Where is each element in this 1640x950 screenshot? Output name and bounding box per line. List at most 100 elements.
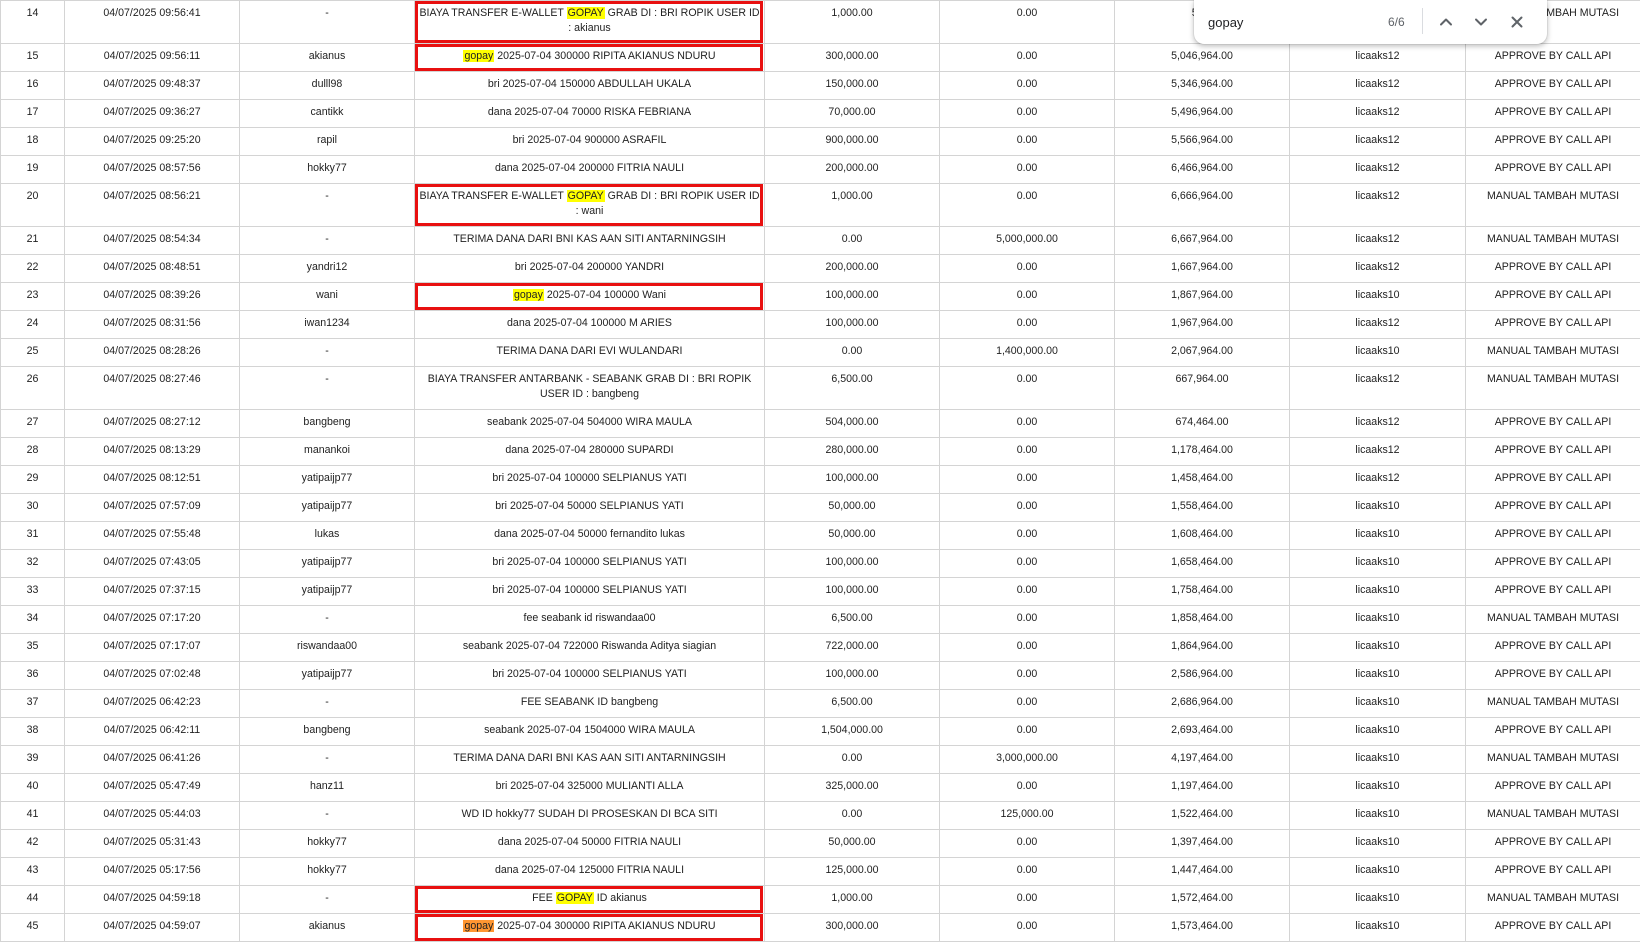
debit-cell: 300,000.00 [764, 43, 940, 72]
datetime-cell: 04/07/2025 08:54:34 [64, 226, 240, 255]
description-text: FEE [532, 892, 556, 904]
description-cell: TERIMA DANA DARI BNI KAS AAN SITI ANTARN… [414, 226, 765, 255]
admin-cell: licaaks12 [1289, 99, 1466, 128]
table-row: 16 04/07/2025 09:48:37 dulll98 bri 2025-07-… [0, 71, 1640, 100]
datetime-cell: 04/07/2025 09:56:41 [64, 0, 240, 44]
status-cell: APPROVE BY CALL API [1465, 437, 1640, 466]
description-text: dana 2025-07-04 200000 FITRIA NAULI [494, 162, 685, 174]
balance-cell: 1,558,464.00 [1114, 493, 1290, 522]
description-text: BIAYA TRANSFER ANTARBANK - SEABANK GRAB … [427, 373, 752, 400]
description-text: TERIMA DANA DARI EVI WULANDARI [496, 345, 683, 357]
description-text: seabank 2025-07-04 504000 WIRA MAULA [487, 416, 692, 428]
datetime-cell: 04/07/2025 08:57:56 [64, 155, 240, 184]
description-cell: bri 2025-07-04 900000 ASRAFIL [414, 127, 765, 156]
admin-cell: licaaks12 [1289, 155, 1466, 184]
balance-cell: 1,178,464.00 [1114, 437, 1290, 466]
description-text: ID akianus [593, 892, 647, 904]
username-cell: hokky77 [239, 857, 415, 886]
datetime-cell: 04/07/2025 08:48:51 [64, 254, 240, 283]
datetime-cell: 04/07/2025 09:56:11 [64, 43, 240, 72]
description-text: FEE SEABANK ID bangbeng [520, 696, 659, 708]
balance-cell: 6,667,964.00 [1114, 226, 1290, 255]
balance-cell: 1,867,964.00 [1114, 282, 1290, 311]
datetime-cell: 04/07/2025 04:59:07 [64, 913, 240, 942]
debit-cell: 100,000.00 [764, 310, 940, 339]
admin-cell: licaaks10 [1289, 773, 1466, 802]
row-number: 44 [0, 885, 65, 914]
admin-cell: licaaks10 [1289, 282, 1466, 311]
row-number: 28 [0, 437, 65, 466]
debit-cell: 1,000.00 [764, 885, 940, 914]
row-number: 18 [0, 127, 65, 156]
datetime-cell: 04/07/2025 05:47:49 [64, 773, 240, 802]
row-number: 30 [0, 493, 65, 522]
username-cell: yatipaijp77 [239, 465, 415, 494]
find-bar: 6/6 [1194, 0, 1547, 44]
description-cell: WD ID hokky77 SUDAH DI PROSESKAN DI BCA … [414, 801, 765, 830]
row-number: 20 [0, 183, 65, 227]
balance-cell: 6,466,964.00 [1114, 155, 1290, 184]
credit-cell: 0.00 [939, 661, 1115, 690]
credit-cell: 0.00 [939, 885, 1115, 914]
balance-cell: 2,586,964.00 [1114, 661, 1290, 690]
credit-cell: 0.00 [939, 549, 1115, 578]
description-cell: TERIMA DANA DARI EVI WULANDARI [414, 338, 765, 367]
description-cell: FEE SEABANK ID bangbeng [414, 689, 765, 718]
description-cell: dana 2025-07-04 100000 M ARIES [414, 310, 765, 339]
datetime-cell: 04/07/2025 07:57:09 [64, 493, 240, 522]
credit-cell: 125,000.00 [939, 801, 1115, 830]
username-cell: - [239, 366, 415, 410]
description-cell: seabank 2025-07-04 1504000 WIRA MAULA [414, 717, 765, 746]
username-cell: yatipaijp77 [239, 661, 415, 690]
chevron-down-icon[interactable] [1467, 8, 1495, 36]
balance-cell: 1,447,464.00 [1114, 857, 1290, 886]
description-cell: dana 2025-07-04 125000 FITRIA NAULI [414, 857, 765, 886]
username-cell: wani [239, 282, 415, 311]
debit-cell: 1,000.00 [764, 183, 940, 227]
row-number: 14 [0, 0, 65, 44]
description-cell: seabank 2025-07-04 504000 WIRA MAULA [414, 409, 765, 438]
description-text: 2025-07-04 300000 RIPITA AKIANUS NDURU [494, 920, 716, 932]
username-cell: hanz11 [239, 773, 415, 802]
credit-cell: 3,000,000.00 [939, 745, 1115, 774]
description-cell: seabank 2025-07-04 722000 Riswanda Adity… [414, 633, 765, 662]
debit-cell: 125,000.00 [764, 857, 940, 886]
search-match-highlight: gopay [463, 920, 495, 932]
description-cell: bri 2025-07-04 100000 SELPIANUS YATI [414, 577, 765, 606]
status-cell: APPROVE BY CALL API [1465, 43, 1640, 72]
admin-cell: licaaks12 [1289, 43, 1466, 72]
row-number: 15 [0, 43, 65, 72]
table-row: 24 04/07/2025 08:31:56 iwan1234 dana 2025-0… [0, 310, 1640, 339]
credit-cell: 0.00 [939, 127, 1115, 156]
admin-cell: licaaks10 [1289, 605, 1466, 634]
status-cell: APPROVE BY CALL API [1465, 717, 1640, 746]
credit-cell: 0.00 [939, 71, 1115, 100]
balance-cell: 674,464.00 [1114, 409, 1290, 438]
description-text: bri 2025-07-04 150000 ABDULLAH UKALA [487, 78, 692, 90]
debit-cell: 280,000.00 [764, 437, 940, 466]
balance-cell: 5,346,964.00 [1114, 71, 1290, 100]
credit-cell: 0.00 [939, 0, 1115, 44]
description-text: bri 2025-07-04 100000 SELPIANUS YATI [492, 668, 687, 680]
datetime-cell: 04/07/2025 05:31:43 [64, 829, 240, 858]
datetime-cell: 04/07/2025 08:27:46 [64, 366, 240, 410]
chevron-up-icon[interactable] [1432, 8, 1460, 36]
description-cell: fee seabank id riswandaa00 [414, 605, 765, 634]
table-row: 19 04/07/2025 08:57:56 hokky77 dana 2025-07… [0, 155, 1640, 184]
close-icon[interactable] [1503, 8, 1531, 36]
admin-cell: licaaks10 [1289, 549, 1466, 578]
row-number: 27 [0, 409, 65, 438]
status-cell: APPROVE BY CALL API [1465, 282, 1640, 311]
debit-cell: 50,000.00 [764, 493, 940, 522]
datetime-cell: 04/07/2025 07:43:05 [64, 549, 240, 578]
table-row: 31 04/07/2025 07:55:48 lukas dana 2025-07-0… [0, 521, 1640, 550]
table-row: 15 04/07/2025 09:56:11 akianus gopay 2025-0… [0, 43, 1640, 72]
balance-cell: 5,566,964.00 [1114, 127, 1290, 156]
admin-cell: licaaks10 [1289, 913, 1466, 942]
row-number: 17 [0, 99, 65, 128]
row-number: 23 [0, 282, 65, 311]
credit-cell: 0.00 [939, 183, 1115, 227]
admin-cell: licaaks10 [1289, 661, 1466, 690]
description-cell: dana 2025-07-04 70000 RISKA FEBRIANA [414, 99, 765, 128]
find-input[interactable] [1208, 11, 1358, 33]
